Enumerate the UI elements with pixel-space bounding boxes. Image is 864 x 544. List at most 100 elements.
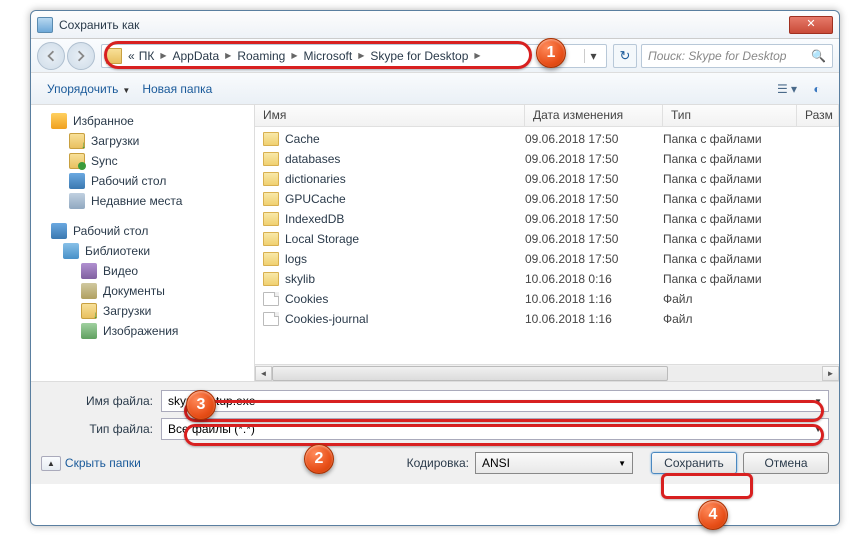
cancel-button[interactable]: Отмена	[743, 452, 829, 474]
new-folder-button[interactable]: Новая папка	[136, 78, 218, 100]
organize-menu[interactable]: Упорядочить▼	[41, 78, 136, 100]
close-button[interactable]: ✕	[789, 16, 833, 34]
back-button[interactable]	[37, 42, 65, 70]
file-date: 09.06.2018 17:50	[525, 132, 663, 146]
file-date: 09.06.2018 17:50	[525, 172, 663, 186]
scroll-left-button[interactable]: ◄	[255, 366, 272, 381]
chevron-right-icon: ▶	[156, 51, 170, 60]
sidebar-item-documents[interactable]: Документы	[33, 281, 252, 301]
desktop-icon	[69, 173, 85, 189]
view-options-button[interactable]: ☰ ▾	[775, 79, 799, 99]
breadcrumb[interactable]: Microsoft	[302, 49, 355, 63]
file-name: IndexedDB	[285, 212, 525, 226]
sidebar-desktop[interactable]: Рабочий стол	[33, 221, 252, 241]
recent-icon	[69, 193, 85, 209]
file-date: 09.06.2018 17:50	[525, 192, 663, 206]
folder-icon	[263, 152, 279, 166]
col-size[interactable]: Разм	[797, 105, 839, 126]
sidebar-item-pictures[interactable]: Изображения	[33, 321, 252, 341]
col-name[interactable]: Имя	[255, 105, 525, 126]
dropdown-icon[interactable]: ▼	[814, 425, 822, 434]
titlebar: Сохранить как ✕	[31, 11, 839, 39]
file-row[interactable]: Cookies10.06.2018 1:16Файл	[255, 289, 839, 309]
file-row[interactable]: Local Storage09.06.2018 17:50Папка с фай…	[255, 229, 839, 249]
save-button[interactable]: Сохранить	[651, 452, 737, 474]
folder-icon	[263, 252, 279, 266]
col-type[interactable]: Тип	[663, 105, 797, 126]
file-row[interactable]: GPUCache09.06.2018 17:50Папка с файлами	[255, 189, 839, 209]
help-button[interactable]: ◐	[805, 79, 829, 99]
file-row[interactable]: skylib10.06.2018 0:16Папка с файлами	[255, 269, 839, 289]
file-row[interactable]: dictionaries09.06.2018 17:50Папка с файл…	[255, 169, 839, 189]
file-list: Cache09.06.2018 17:50Папка с файламиdata…	[255, 127, 839, 364]
folder-icon	[106, 48, 122, 64]
file-type: Папка с файлами	[663, 252, 797, 266]
file-type: Папка с файлами	[663, 132, 797, 146]
file-row[interactable]: Cookies-journal10.06.2018 1:16Файл	[255, 309, 839, 329]
file-row[interactable]: databases09.06.2018 17:50Папка с файлами	[255, 149, 839, 169]
file-name: Cache	[285, 132, 525, 146]
col-date[interactable]: Дата изменения	[525, 105, 663, 126]
desktop-icon	[51, 223, 67, 239]
chevron-right-icon: ▶	[287, 51, 301, 60]
file-date: 09.06.2018 17:50	[525, 252, 663, 266]
filetype-select[interactable]: Все файлы (*.*)▼	[161, 418, 829, 440]
downloads-icon	[81, 303, 97, 319]
file-name: Cookies-journal	[285, 312, 525, 326]
breadcrumb[interactable]: AppData	[170, 49, 221, 63]
documents-icon	[81, 283, 97, 299]
chevron-right-icon: ▶	[354, 51, 368, 60]
folder-icon	[263, 272, 279, 286]
file-date: 10.06.2018 0:16	[525, 272, 663, 286]
address-dropdown[interactable]: ▾	[584, 49, 602, 63]
window-title: Сохранить как	[59, 18, 139, 32]
sidebar-item-sync[interactable]: Sync	[33, 151, 252, 171]
file-row[interactable]: IndexedDB09.06.2018 17:50Папка с файлами	[255, 209, 839, 229]
file-name: logs	[285, 252, 525, 266]
dropdown-icon[interactable]: ▼	[618, 459, 626, 468]
search-icon: 🔍	[811, 49, 826, 63]
file-type: Файл	[663, 292, 797, 306]
file-name: dictionaries	[285, 172, 525, 186]
hide-folders-toggle[interactable]: Скрыть папки	[41, 456, 141, 471]
file-name: skylib	[285, 272, 525, 286]
sidebar-item-downloads2[interactable]: Загрузки	[33, 301, 252, 321]
encoding-label: Кодировка:	[407, 456, 469, 470]
address-bar[interactable]: « ПК▶ AppData▶ Roaming▶ Microsoft▶ Skype…	[101, 44, 607, 68]
file-date: 10.06.2018 1:16	[525, 292, 663, 306]
breadcrumb[interactable]: Roaming	[235, 49, 287, 63]
pictures-icon	[81, 323, 97, 339]
search-input[interactable]: Поиск: Skype for Desktop 🔍	[641, 44, 833, 68]
folder-icon	[263, 232, 279, 246]
sidebar-item-desktop[interactable]: Рабочий стол	[33, 171, 252, 191]
file-name: GPUCache	[285, 192, 525, 206]
scroll-thumb[interactable]	[272, 366, 668, 381]
body: Избранное Загрузки Sync Рабочий стол Нед…	[31, 105, 839, 381]
filetype-label: Тип файла:	[41, 422, 161, 436]
file-row[interactable]: Cache09.06.2018 17:50Папка с файлами	[255, 129, 839, 149]
breadcrumb[interactable]: Skype for Desktop	[368, 49, 470, 63]
h-scrollbar[interactable]: ◄ ►	[255, 364, 839, 381]
dropdown-icon[interactable]: ▼	[814, 397, 822, 406]
file-type: Папка с файлами	[663, 272, 797, 286]
sidebar-libraries[interactable]: Библиотеки	[33, 241, 252, 261]
sidebar-favorites[interactable]: Избранное	[33, 111, 252, 131]
sidebar-item-recent[interactable]: Недавние места	[33, 191, 252, 211]
star-icon	[51, 113, 67, 129]
breadcrumb[interactable]: ПК	[137, 49, 157, 63]
encoding-select[interactable]: ANSI▼	[475, 452, 633, 474]
sidebar-item-downloads[interactable]: Загрузки	[33, 131, 252, 151]
scroll-track[interactable]	[272, 366, 822, 381]
chevron-right-icon: ▶	[470, 51, 484, 60]
sidebar-item-video[interactable]: Видео	[33, 261, 252, 281]
forward-button[interactable]	[67, 42, 95, 70]
scroll-right-button[interactable]: ►	[822, 366, 839, 381]
file-row[interactable]: logs09.06.2018 17:50Папка с файлами	[255, 249, 839, 269]
file-type: Папка с файлами	[663, 212, 797, 226]
refresh-button[interactable]: ↻	[613, 44, 637, 68]
folder-icon	[263, 172, 279, 186]
filename-input[interactable]: skype-setup.exe▼	[161, 390, 829, 412]
column-headers: Имя Дата изменения Тип Разм	[255, 105, 839, 127]
file-type: Папка с файлами	[663, 192, 797, 206]
filename-label: Имя файла:	[41, 394, 161, 408]
